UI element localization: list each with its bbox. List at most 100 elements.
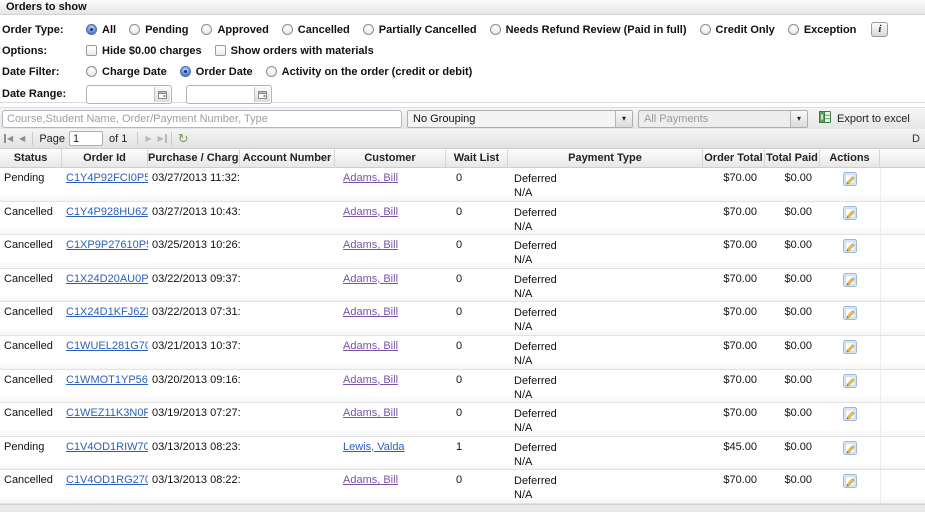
search-input[interactable] <box>2 110 402 128</box>
radio-unselected-icon[interactable] <box>788 24 799 35</box>
order-type-option[interactable]: All <box>86 24 116 36</box>
checkbox-unchecked-icon[interactable] <box>215 45 226 56</box>
radio-unselected-icon[interactable] <box>282 24 293 35</box>
edit-order-icon[interactable] <box>842 279 858 291</box>
status-cell: Cancelled <box>0 370 62 403</box>
radio-unselected-icon[interactable] <box>201 24 212 35</box>
payment-type-line2: N/A <box>514 253 699 267</box>
edit-order-icon[interactable] <box>842 480 858 492</box>
order-id-link[interactable]: C1V4OD1RIW70D1W <box>66 441 148 453</box>
options-checkbox[interactable]: Hide $0.00 charges <box>86 45 202 57</box>
customer-link[interactable]: Adams, Bill <box>343 306 398 318</box>
column-header-wait-list[interactable]: Wait List <box>446 149 508 167</box>
page-number-input[interactable] <box>69 131 103 146</box>
payment-type-cell: DeferredN/A <box>508 235 703 268</box>
table-row: CancelledC1V4OD1RG270HRA03/13/2013 08:22… <box>0 470 925 504</box>
customer-link[interactable]: Adams, Bill <box>343 374 398 386</box>
column-header-actions[interactable]: Actions <box>820 149 880 167</box>
customer-link[interactable]: Adams, Bill <box>343 273 398 285</box>
payments-select[interactable]: All Payments ▾ <box>638 110 808 128</box>
date-range-end-input[interactable] <box>190 87 254 102</box>
customer-link[interactable]: Adams, Bill <box>343 206 398 218</box>
edit-order-icon[interactable] <box>842 447 858 459</box>
column-header-order-id[interactable]: Order Id <box>62 149 148 167</box>
order-id-link[interactable]: C1V4OD1RG270HRA <box>66 474 148 486</box>
customer-link[interactable]: Adams, Bill <box>343 172 398 184</box>
edit-order-icon[interactable] <box>842 380 858 392</box>
order-id-link[interactable]: C1X24D1KFJ6Z85V <box>66 306 148 318</box>
page-next-icon[interactable]: ▶ <box>142 134 154 143</box>
date-filter-option[interactable]: Activity on the order (credit or debit) <box>266 66 473 78</box>
page-prev-icon[interactable]: ◀ <box>16 134 28 143</box>
customer-link[interactable]: Lewis, Valda <box>343 441 405 453</box>
edit-order-icon[interactable] <box>842 312 858 324</box>
radio-unselected-icon[interactable] <box>266 66 277 77</box>
order-type-option[interactable]: Approved <box>201 24 268 36</box>
checkbox-unchecked-icon[interactable] <box>86 45 97 56</box>
customer-link[interactable]: Adams, Bill <box>343 239 398 251</box>
customer-link[interactable]: Adams, Bill <box>343 474 398 486</box>
account-number-cell <box>240 202 335 235</box>
calendar-icon[interactable] <box>254 87 270 102</box>
order-id-link[interactable]: C1WUEL281G702HG <box>66 340 148 352</box>
status-cell: Cancelled <box>0 403 62 436</box>
radio-unselected-icon[interactable] <box>129 24 140 35</box>
order-id-link[interactable]: C1X24D20AU0P87C <box>66 273 148 285</box>
page-of-label: of 1 <box>109 133 127 145</box>
column-header-payment-type[interactable]: Payment Type <box>508 149 703 167</box>
refresh-icon[interactable]: ↻ <box>178 132 189 145</box>
order-id-link[interactable]: C1XP9P27610P51Z <box>66 239 148 251</box>
order-type-option[interactable]: Pending <box>129 24 188 36</box>
radio-unselected-icon[interactable] <box>490 24 501 35</box>
column-header-filler <box>880 149 925 167</box>
radio-unselected-icon[interactable] <box>363 24 374 35</box>
edit-order-icon[interactable] <box>842 178 858 190</box>
radio-selected-icon[interactable] <box>180 66 191 77</box>
order-type-option[interactable]: Exception <box>788 24 857 36</box>
grouping-select[interactable]: No Grouping ▾ <box>407 110 633 128</box>
radio-unselected-icon[interactable] <box>86 66 97 77</box>
order-type-option[interactable]: Partially Cancelled <box>363 24 477 36</box>
column-header-customer[interactable]: Customer <box>335 149 446 167</box>
column-header-account-number[interactable]: Account Number <box>240 149 335 167</box>
edit-order-icon[interactable] <box>842 245 858 257</box>
date-filter-option-label: Charge Date <box>102 66 167 78</box>
edit-order-icon[interactable] <box>842 212 858 224</box>
column-header-total-paid[interactable]: Total Paid <box>765 149 820 167</box>
order-type-option[interactable]: Credit Only <box>700 24 775 36</box>
date-range-start-input[interactable] <box>90 87 154 102</box>
date-filter-option[interactable]: Order Date <box>180 66 253 78</box>
order-type-option[interactable]: Needs Refund Review (Paid in full) <box>490 24 687 36</box>
calendar-icon[interactable] <box>154 87 170 102</box>
export-to-excel-button[interactable]: Export to excel <box>818 110 910 127</box>
radio-unselected-icon[interactable] <box>700 24 711 35</box>
order-type-option[interactable]: Cancelled <box>282 24 350 36</box>
order-id-link[interactable]: C1Y4P928HU6Z3R6 <box>66 206 148 218</box>
edit-order-icon[interactable] <box>842 346 858 358</box>
edit-order-icon[interactable] <box>842 413 858 425</box>
order-total-cell: $70.00 <box>703 168 765 201</box>
table-body: PendingC1Y4P92FCI0P5V603/27/2013 11:32:0… <box>0 168 925 504</box>
date-range-start-field[interactable] <box>86 85 172 104</box>
info-icon[interactable]: i <box>871 22 888 37</box>
chevron-down-icon[interactable]: ▾ <box>615 110 632 128</box>
date-filter-option[interactable]: Charge Date <box>86 66 167 78</box>
order-id-link[interactable]: C1WEZ11K3N0P9H1 <box>66 407 148 419</box>
customer-link[interactable]: Adams, Bill <box>343 340 398 352</box>
page-first-icon[interactable]: ◀ <box>4 134 16 143</box>
wait-list-cell: 0 <box>446 269 508 302</box>
page-last-icon[interactable]: ▶ <box>155 134 167 143</box>
order-id-link[interactable]: C1Y4P92FCI0P5V6 <box>66 172 148 184</box>
date-range-end-field[interactable] <box>186 85 272 104</box>
toolbar-separator <box>171 132 172 145</box>
column-header-status[interactable]: Status <box>0 149 62 167</box>
customer-link[interactable]: Adams, Bill <box>343 407 398 419</box>
order-id-link[interactable]: C1WMOT1YP56YT24 <box>66 374 148 386</box>
radio-selected-icon[interactable] <box>86 24 97 35</box>
order-total-cell: $70.00 <box>703 403 765 436</box>
column-header-purchase-charge-date[interactable]: Purchase / Charge Date <box>148 149 240 167</box>
chevron-down-icon[interactable]: ▾ <box>790 110 807 128</box>
column-header-order-total[interactable]: Order Total <box>703 149 765 167</box>
options-checkbox[interactable]: Show orders with materials <box>215 45 374 57</box>
order-id-cell: C1X24D1KFJ6Z85V <box>62 302 148 335</box>
